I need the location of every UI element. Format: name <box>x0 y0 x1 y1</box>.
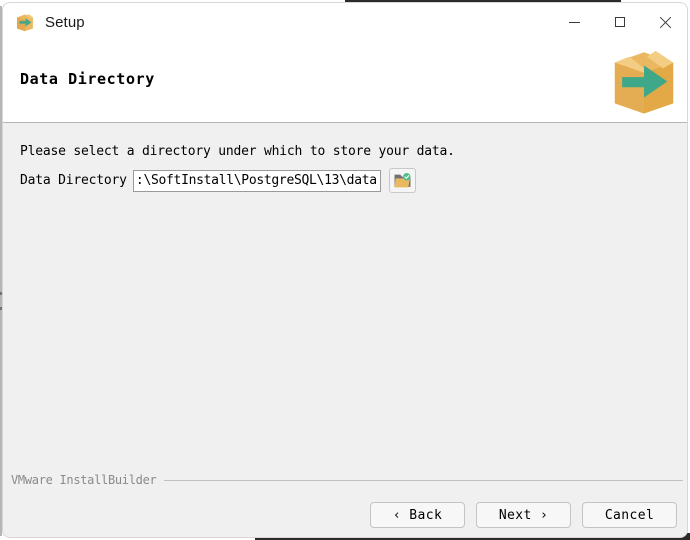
title-bar[interactable]: Setup <box>3 3 687 41</box>
maximize-button[interactable] <box>597 3 642 41</box>
back-button[interactable]: ‹ Back <box>370 502 465 528</box>
page-title: Data Directory <box>20 70 155 88</box>
window-title: Setup <box>45 13 85 31</box>
next-button[interactable]: Next › <box>476 502 571 528</box>
close-icon <box>658 16 671 29</box>
data-directory-input[interactable] <box>132 169 381 192</box>
minimize-icon <box>569 21 580 23</box>
nav-buttons: ‹ Back Next › Cancel <box>370 502 677 528</box>
package-arrow-logo <box>614 50 674 114</box>
minimize-button[interactable] <box>552 3 597 41</box>
setup-window: Setup Data Directory Please select a dir… <box>2 2 688 538</box>
brand-footer: VMware InstallBuilder <box>11 473 685 487</box>
content-area: Please select a directory under which to… <box>3 123 687 537</box>
window-controls <box>552 3 687 41</box>
folder-browse-icon <box>394 172 411 187</box>
close-button[interactable] <box>642 3 687 41</box>
browse-folder-button[interactable] <box>388 168 416 193</box>
data-directory-row: Data Directory <box>20 168 416 193</box>
footer-divider <box>164 479 683 481</box>
maximize-icon <box>614 17 625 27</box>
page-header: Data Directory <box>3 41 687 123</box>
cancel-button[interactable]: Cancel <box>582 502 677 528</box>
package-arrow-icon <box>17 14 33 32</box>
data-directory-label: Data Directory <box>20 173 127 188</box>
brand-label: VMware InstallBuilder <box>11 473 157 487</box>
instruction-text: Please select a directory under which to… <box>20 144 455 159</box>
